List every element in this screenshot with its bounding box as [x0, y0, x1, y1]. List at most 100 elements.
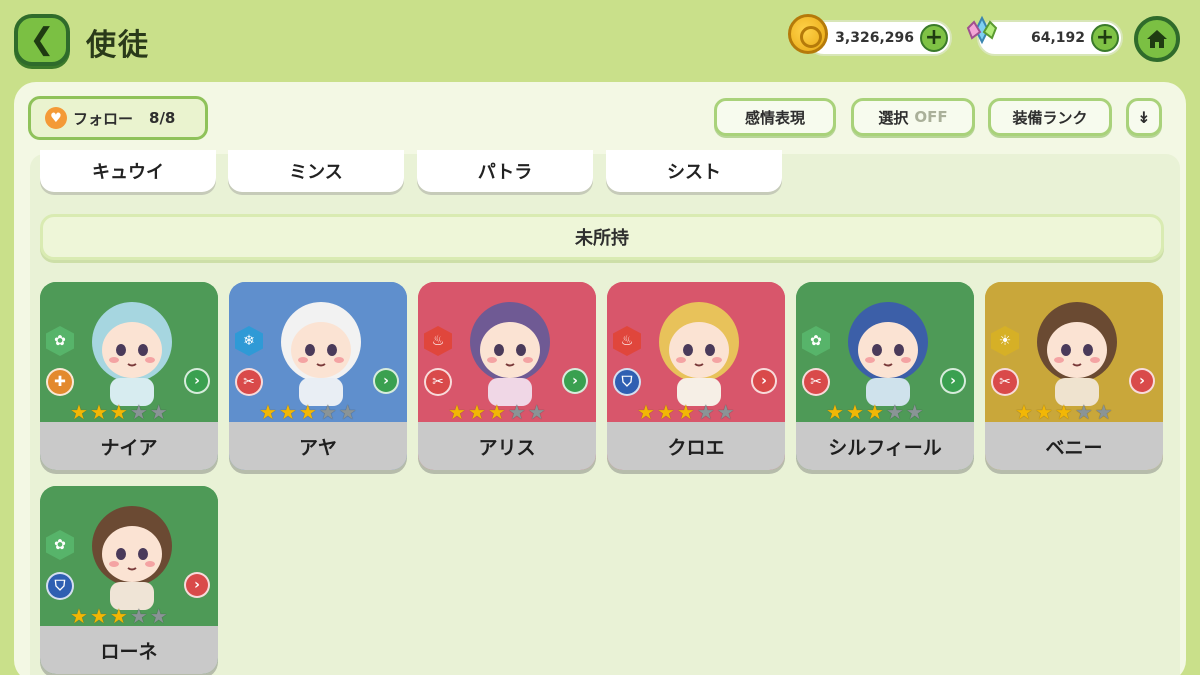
star-rating: ★ ★ ★ ★ ★ — [448, 402, 546, 422]
star-icon: ★ — [676, 400, 695, 424]
page-title: 使徒 — [86, 28, 150, 63]
star-rating: ★ ★ ★ ★ ★ — [259, 402, 357, 422]
star-icon: ★ — [89, 604, 108, 628]
star-icon: ★ — [318, 400, 337, 424]
attack-role-icon: ✂ — [991, 368, 1019, 396]
top-bar: ❮ 使徒 3,326,296 + 64,192 + — [0, 0, 1200, 82]
character-card[interactable]: ♨ ✂ › ★ ★ ★ ★ ★ アリス — [418, 282, 596, 470]
star-icon: ★ — [1074, 400, 1093, 424]
star-icon: ★ — [278, 400, 297, 424]
star-icon: ★ — [905, 400, 924, 424]
double-chevron-down-icon: ↡ — [1137, 107, 1151, 127]
home-icon — [1147, 30, 1167, 48]
chevron-right-icon: › — [1129, 368, 1155, 394]
star-icon: ★ — [89, 400, 108, 424]
star-icon: ★ — [487, 400, 506, 424]
star-rating: ★ ★ ★ ★ ★ — [70, 606, 168, 626]
chevron-right-icon: › — [184, 572, 210, 598]
star-icon: ★ — [826, 400, 844, 424]
unowned-section-header: 未所持 — [40, 214, 1164, 260]
equipment-rank-button[interactable]: 装備ランク — [988, 98, 1112, 136]
star-icon: ★ — [149, 604, 168, 628]
attack-role-icon: ✂ — [424, 368, 452, 396]
character-name: クロエ — [607, 422, 785, 470]
character-card[interactable]: ♨ ⛉ › ★ ★ ★ ★ ★ クロエ — [607, 282, 785, 470]
star-icon: ★ — [70, 400, 88, 424]
owned-character-tab[interactable]: ミンス — [228, 150, 404, 192]
character-illustration — [92, 302, 172, 406]
gold-amount: 3,326,296 — [835, 30, 914, 46]
star-icon: ★ — [865, 400, 884, 424]
star-rating: ★ ★ ★ ★ ★ — [826, 402, 924, 422]
character-illustration — [281, 302, 361, 406]
star-icon: ★ — [109, 400, 128, 424]
crystal-gem-icon — [966, 15, 998, 45]
star-rating: ★ ★ ★ ★ ★ — [1015, 402, 1113, 422]
star-rating: ★ ★ ★ ★ ★ — [637, 402, 735, 422]
support-role-icon: ✚ — [46, 368, 74, 396]
star-rating: ★ ★ ★ ★ ★ — [70, 402, 168, 422]
add-gold-button[interactable]: + — [920, 24, 948, 52]
star-icon: ★ — [637, 400, 655, 424]
select-label: 選択 — [878, 108, 909, 127]
character-illustration — [659, 302, 739, 406]
character-name: ベニー — [985, 422, 1163, 470]
character-card[interactable]: ☀ ✂ › ★ ★ ★ ★ ★ ベニー — [985, 282, 1163, 470]
follow-count: 8/8 — [149, 109, 176, 127]
gem-amount: 64,192 — [1030, 30, 1085, 46]
star-icon: ★ — [527, 400, 546, 424]
gold-coin-icon — [788, 14, 828, 54]
emotion-button[interactable]: 感情表現 — [714, 98, 836, 136]
chevron-right-icon: › — [940, 368, 966, 394]
attack-role-icon: ✂ — [802, 368, 830, 396]
star-icon: ★ — [467, 400, 486, 424]
star-icon: ★ — [696, 400, 715, 424]
character-illustration — [848, 302, 928, 406]
character-illustration — [1037, 302, 1117, 406]
follow-label: フォロー — [73, 109, 134, 128]
character-card[interactable]: ✿ ✚ › ★ ★ ★ ★ ★ ナイア — [40, 282, 218, 470]
character-illustration — [470, 302, 550, 406]
star-icon: ★ — [1034, 400, 1053, 424]
star-icon: ★ — [885, 400, 904, 424]
attack-role-icon: ✂ — [235, 368, 263, 396]
character-card[interactable]: ❄ ✂ › ★ ★ ★ ★ ★ アヤ — [229, 282, 407, 470]
owned-character-tab[interactable]: キュウイ — [40, 150, 216, 192]
chevron-right-icon: › — [751, 368, 777, 394]
character-name: ナイア — [40, 422, 218, 470]
chevron-right-icon: › — [184, 368, 210, 394]
follow-chip[interactable]: ♥ フォロー 8/8 — [28, 96, 208, 140]
star-icon: ★ — [129, 604, 148, 628]
star-icon: ★ — [716, 400, 735, 424]
star-icon: ★ — [338, 400, 357, 424]
star-icon: ★ — [129, 400, 148, 424]
owned-character-tab[interactable]: シスト — [606, 150, 782, 192]
back-arrow-icon: ❮ — [29, 22, 55, 57]
character-name: シルフィール — [796, 422, 974, 470]
chevron-right-icon: › — [373, 368, 399, 394]
owned-character-tab[interactable]: パトラ — [417, 150, 593, 192]
star-icon: ★ — [1094, 400, 1113, 424]
star-icon: ★ — [1054, 400, 1073, 424]
star-icon: ★ — [507, 400, 526, 424]
star-icon: ★ — [845, 400, 864, 424]
character-name: アリス — [418, 422, 596, 470]
add-gem-button[interactable]: + — [1091, 24, 1119, 52]
select-toggle-button[interactable]: 選択 OFF — [851, 98, 975, 136]
character-name: ローネ — [40, 626, 218, 674]
star-icon: ★ — [1015, 400, 1033, 424]
character-card[interactable]: ✿ ⛉ › ★ ★ ★ ★ ★ ローネ — [40, 486, 218, 674]
star-icon: ★ — [149, 400, 168, 424]
collapse-button[interactable]: ↡ — [1126, 98, 1162, 136]
star-icon: ★ — [448, 400, 466, 424]
gold-counter: 3,326,296 + — [806, 20, 952, 56]
star-icon: ★ — [109, 604, 128, 628]
star-icon: ★ — [298, 400, 317, 424]
home-button[interactable] — [1134, 16, 1180, 62]
star-icon: ★ — [259, 400, 277, 424]
select-state: OFF — [914, 108, 948, 126]
character-card[interactable]: ✿ ✂ › ★ ★ ★ ★ ★ シルフィール — [796, 282, 974, 470]
back-button[interactable]: ❮ — [14, 14, 70, 66]
star-icon: ★ — [70, 604, 88, 628]
defense-role-icon: ⛉ — [46, 572, 74, 600]
